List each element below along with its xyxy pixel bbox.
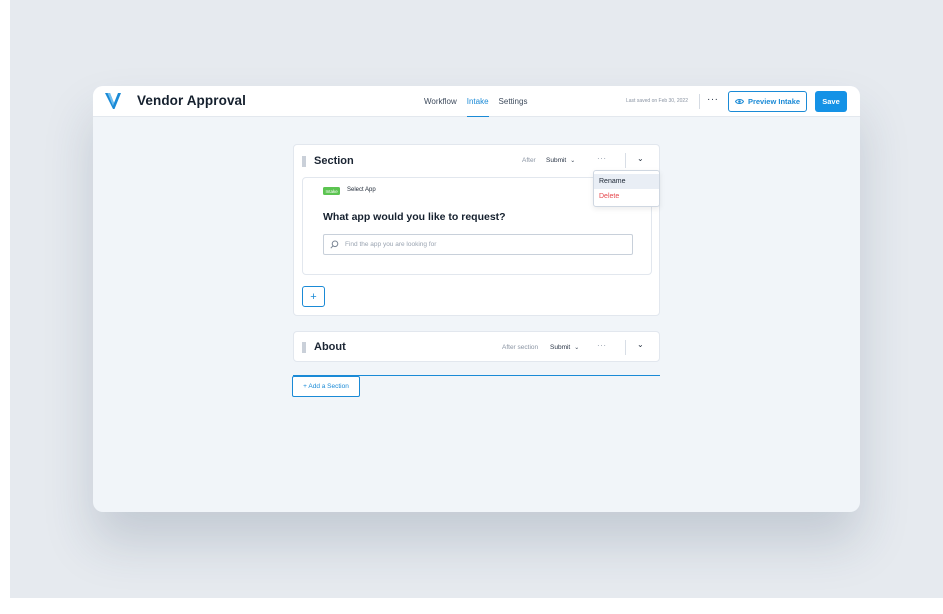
save-button[interactable]: Save [815, 91, 847, 112]
section-more-button[interactable]: ··· [597, 341, 607, 350]
collapse-chevron-icon[interactable]: ⌄ [637, 154, 644, 163]
menu-item-rename[interactable]: Rename [594, 174, 659, 189]
top-bar: Vendor Approval Workflow Intake Settings… [93, 86, 860, 117]
add-section-button[interactable]: + Add a Section [292, 376, 360, 397]
section-card-about: About After section Submit ⌄ ··· ⌄ [293, 331, 660, 362]
search-icon [330, 240, 339, 249]
section-title: About [314, 341, 346, 353]
intake-badge: Intake [323, 187, 341, 195]
last-saved-text: Last saved on Feb 30, 2022 [626, 98, 688, 104]
preview-intake-button[interactable]: Preview Intake [728, 91, 807, 112]
tab-intake[interactable]: Intake [466, 86, 489, 117]
drag-handle-icon[interactable] [302, 156, 306, 167]
section-divider [625, 153, 626, 168]
drag-handle-icon[interactable] [302, 342, 306, 353]
add-question-button[interactable]: + [302, 286, 325, 307]
eye-icon [734, 98, 744, 105]
app-window: Vendor Approval Workflow Intake Settings… [93, 86, 860, 512]
chevron-down-icon: ⌄ [574, 345, 580, 351]
section-more-button[interactable]: ··· [597, 154, 607, 163]
search-placeholder: Find the app you are looking for [345, 241, 437, 248]
more-options-button[interactable]: ··· [707, 94, 719, 105]
menu-item-delete[interactable]: Delete [594, 189, 659, 204]
after-select[interactable]: Submit ⌄ [550, 344, 579, 351]
section-context-menu: Rename Delete [593, 170, 660, 207]
after-label: After [522, 157, 536, 164]
section-title: Section [314, 155, 354, 167]
app-search-input[interactable]: Find the app you are looking for [323, 234, 633, 255]
after-select-value: Submit [550, 344, 571, 351]
after-select[interactable]: Submit ⌄ [546, 157, 575, 164]
question-text: What app would you like to request? [323, 211, 506, 223]
toolbar-divider [699, 94, 700, 109]
expand-chevron-icon[interactable]: ⌄ [637, 340, 644, 349]
app-title: Vendor Approval [137, 93, 247, 108]
after-select-value: Submit [546, 157, 567, 164]
v-logo-icon [105, 93, 121, 109]
section-divider [625, 340, 626, 355]
tab-settings[interactable]: Settings [499, 86, 528, 117]
after-label: After section [502, 344, 539, 351]
tab-workflow[interactable]: Workflow [424, 86, 457, 117]
main-tabs: Workflow Intake Settings [424, 86, 527, 117]
question-type-label: Select App [347, 187, 376, 193]
preview-intake-label: Preview Intake [747, 97, 801, 106]
chevron-down-icon: ⌄ [570, 158, 576, 164]
